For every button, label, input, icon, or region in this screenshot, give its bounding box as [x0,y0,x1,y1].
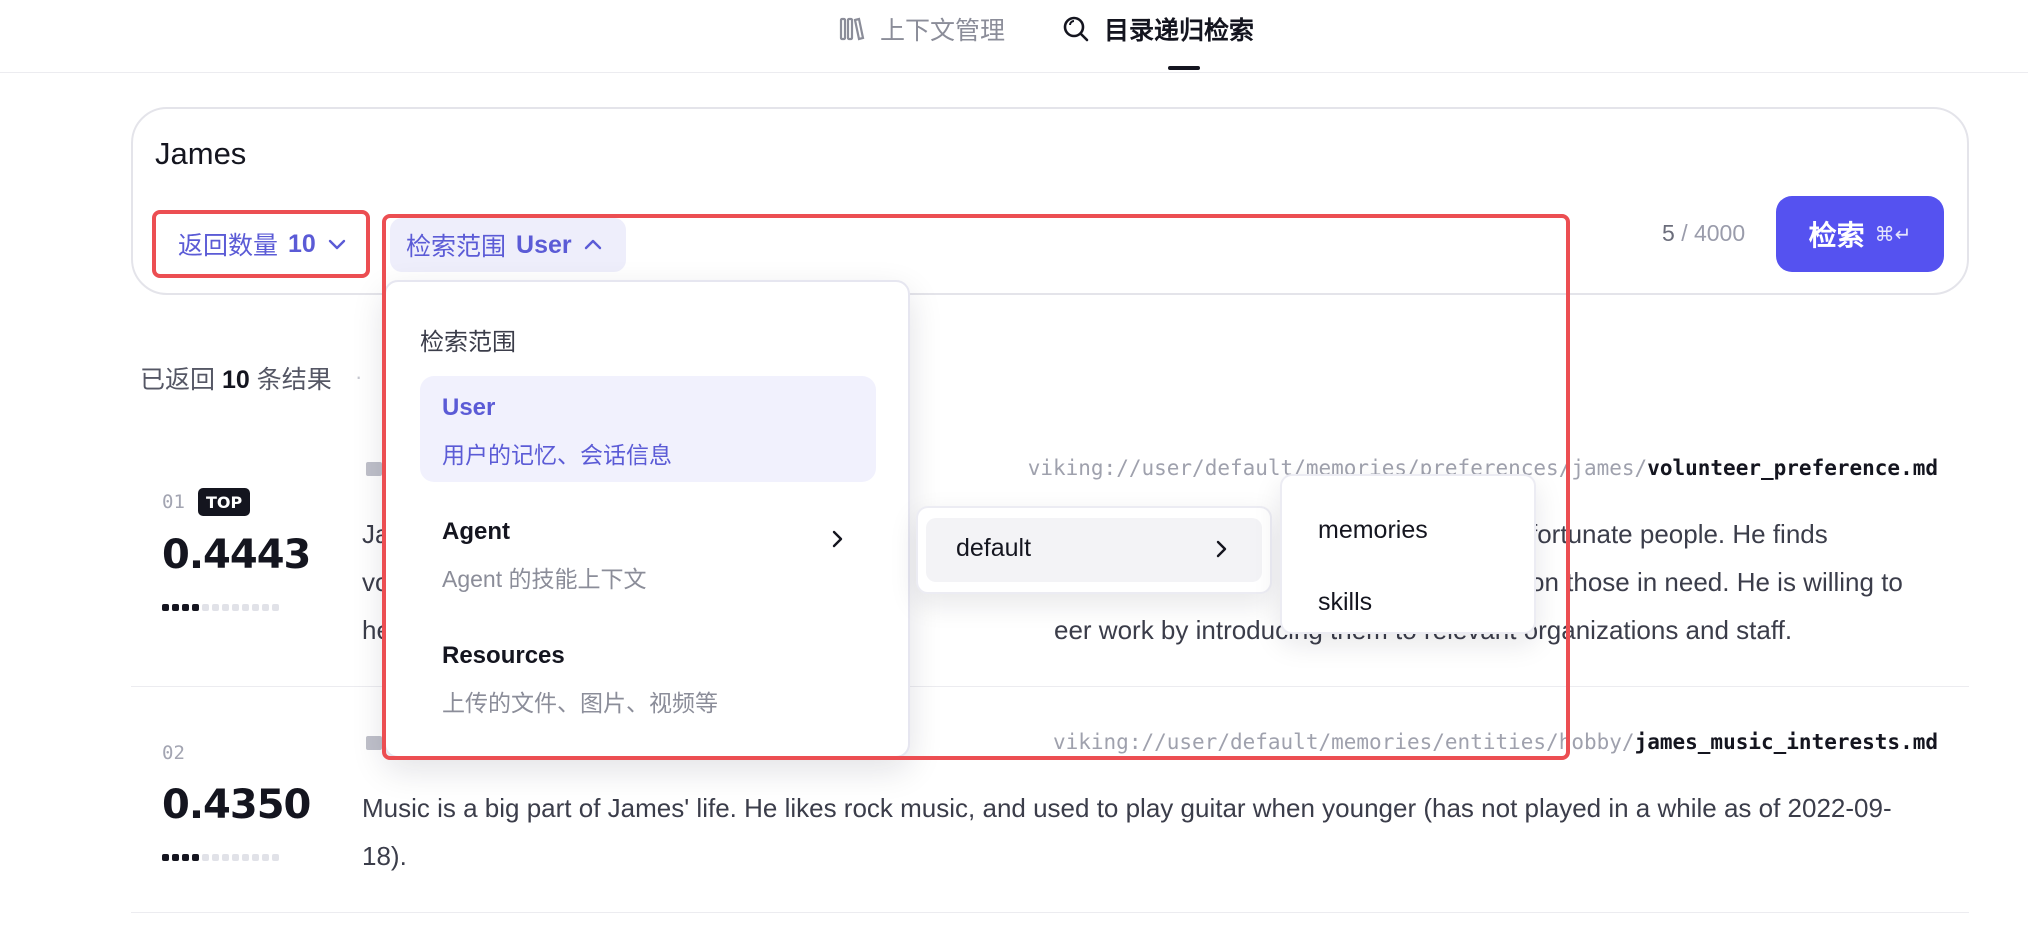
score-bar-segment [272,854,279,861]
result-score: 0.4443 [162,532,311,578]
scope-option-agent[interactable]: Agent Agent 的技能上下文 [420,500,876,606]
score-bar-segment [182,854,189,861]
tab-label: 上下文管理 [880,17,1006,45]
agent-submenu: default [916,506,1272,594]
result-path[interactable]: viking://user/default/memories/entities/… [1053,730,1938,754]
score-bar-segment [272,604,279,611]
char-max: / 4000 [1681,220,1746,246]
score-bar-segment [242,854,249,861]
results-count: 10 [221,366,250,394]
character-counter: 5 / 4000 [1662,220,1745,247]
scope-option-resources[interactable]: Resources 上传的文件、图片、视频等 [420,624,876,730]
search-input[interactable] [155,136,1055,172]
option-desc: 用户的记忆、会话信息 [442,442,672,468]
results-summary: 已返回 10 条结果 [140,360,332,396]
score-bar-segment [212,604,219,611]
result-score: 0.4350 [162,782,311,828]
score-bar-segment [162,854,169,861]
shortcut-hint: ⌘↵ [1874,222,1912,246]
result-text: Music is a big part of James' life. He l… [362,793,1892,871]
search-icon [1063,16,1089,42]
score-bar-segment [222,854,229,861]
scope-dropdown[interactable]: 检索范围 User [390,218,626,272]
highlight-box-count [152,210,370,278]
scope-label: 检索范围 [406,233,507,261]
score-bar-segment [182,604,189,611]
score-bar-segment [192,854,199,861]
result-rank: 02 [162,742,185,764]
chevron-right-icon [832,530,843,548]
document-icon [366,462,382,476]
path-file: volunteer_preference.md [1647,456,1938,480]
document-icon [366,736,382,750]
result-divider [131,912,1969,913]
score-bar-segment [232,604,239,611]
score-bar-segment [172,854,179,861]
score-bar-segment [262,604,269,611]
top-badge: TOP [198,488,251,516]
score-bar-segment [162,604,169,611]
char-used: 5 [1662,220,1675,246]
option-label: Resources [442,642,565,669]
tab-recursive-search[interactable]: 目录递归检索 [1062,12,1254,46]
scope-menu-title: 检索范围 [420,329,516,356]
score-bar [162,854,279,861]
submenu-item-memories[interactable]: memories [1318,516,1428,545]
result-rank: 01 [162,491,185,513]
score-bar-segment [242,604,249,611]
active-tab-indicator [1168,66,1200,70]
library-icon [839,17,865,41]
top-tab-bar [0,0,2028,73]
score-bar [162,604,279,611]
submenu-label: default [956,534,1032,562]
separator-dot: · [355,364,363,389]
tab-context-management[interactable]: 上下文管理 [838,12,1005,46]
score-bar-segment [202,854,209,861]
result-text-line: fortunate people. He finds [1530,519,1828,549]
path-prefix: viking://user/default/memories/entities/… [1052,730,1635,754]
option-desc: Agent 的技能上下文 [442,566,647,592]
score-bar-segment [262,854,269,861]
default-submenu: memories skills [1280,474,1536,634]
results-suffix: 条结果 [256,366,332,394]
option-label: User [442,394,496,421]
search-button[interactable]: 检索 ⌘↵ [1776,196,1944,272]
chevron-right-icon [1216,540,1227,558]
score-bar-segment [202,604,209,611]
scope-value: User [516,230,572,259]
score-bar-segment [232,854,239,861]
scope-option-user[interactable]: User 用户的记忆、会话信息 [420,376,876,482]
option-label: Agent [442,518,510,545]
search-button-label: 检索 [1808,220,1865,251]
result-text-line: on those in need. He is willing to [1530,567,1903,597]
chevron-up-icon [584,239,601,250]
score-bar-segment [192,604,199,611]
score-bar-segment [222,604,229,611]
results-prefix: 已返回 [140,366,216,394]
score-bar-segment [172,604,179,611]
option-desc: 上传的文件、图片、视频等 [442,690,718,716]
path-file: james_music_interests.md [1634,730,1938,754]
submenu-item-default[interactable]: default [926,518,1262,582]
score-bar-segment [252,604,259,611]
submenu-item-skills[interactable]: skills [1318,588,1372,617]
tab-label: 目录递归检索 [1104,17,1255,45]
scope-menu: 检索范围 User 用户的记忆、会话信息 Agent Agent 的技能上下文 … [384,280,910,758]
score-bar-segment [212,854,219,861]
score-bar-segment [252,854,259,861]
